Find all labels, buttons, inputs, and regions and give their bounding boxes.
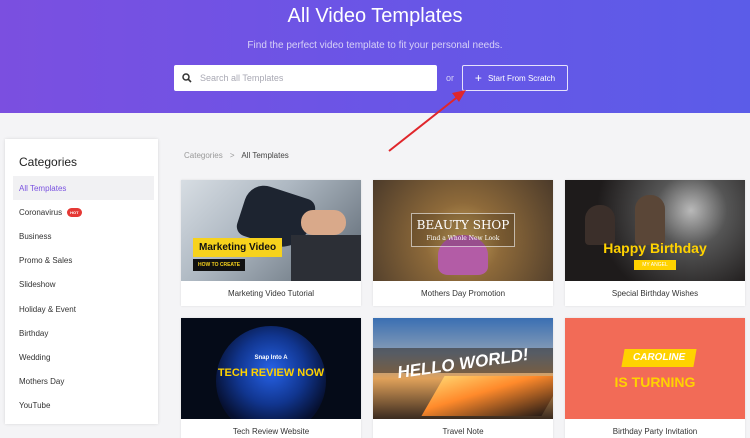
thumb-title: IS TURNING — [614, 374, 696, 390]
plus-icon: + — [474, 71, 482, 85]
category-list: All Templates Coronavirus HOT Business Pr… — [13, 176, 154, 418]
categories-sidebar: Categories All Templates Coronavirus HOT … — [5, 139, 158, 424]
sidebar-item-coronavirus[interactable]: Coronavirus HOT — [13, 200, 154, 224]
breadcrumb: Categories > All Templates — [184, 151, 289, 160]
thumb-title: Marketing Video — [193, 238, 283, 257]
sidebar-item-promo-sales[interactable]: Promo & Sales — [13, 249, 154, 273]
sidebar-item-slideshow[interactable]: Slideshow — [13, 273, 154, 297]
template-thumbnail[interactable]: BEAUTY SHOP Find a Whole New Look — [373, 180, 553, 281]
start-from-scratch-label: Start From Scratch — [487, 73, 556, 83]
template-card[interactable]: Snap Into A TECH REVIEW NOW Tech Review … — [181, 318, 361, 438]
annotation-arrow-icon — [388, 90, 466, 152]
thumb-subtitle: Snap Into A — [254, 355, 288, 361]
breadcrumb-root[interactable]: Categories — [184, 151, 223, 160]
template-thumbnail[interactable]: HELLO WORLD! — [373, 318, 553, 419]
sidebar-title: Categories — [19, 155, 78, 169]
thumb-name: CAROLINE — [621, 349, 697, 367]
page-title: All Video Templates — [287, 5, 463, 27]
start-from-scratch-button[interactable]: + Start From Scratch — [462, 65, 568, 91]
template-card[interactable]: Marketing Video HOW TO CREATE Marketing … — [181, 180, 361, 306]
template-card[interactable]: CAROLINE IS TURNING Birthday Party Invit… — [565, 318, 745, 438]
template-card[interactable]: BEAUTY SHOP Find a Whole New Look Mother… — [373, 180, 553, 306]
hero-banner: All Video Templates Find the perfect vid… — [0, 0, 750, 113]
template-thumbnail[interactable]: CAROLINE IS TURNING — [565, 318, 745, 419]
search-input[interactable]: Search all Templates — [200, 73, 283, 83]
sidebar-item-mothers-day[interactable]: Mothers Day — [13, 370, 154, 394]
sidebar-item-wedding[interactable]: Wedding — [13, 345, 154, 369]
template-caption[interactable]: Marketing Video Tutorial — [181, 281, 361, 306]
search-icon — [174, 73, 200, 83]
thumb-subtitle: Find a Whole New Look — [426, 235, 500, 242]
sidebar-item-all-templates[interactable]: All Templates — [13, 176, 154, 201]
template-caption[interactable]: Birthday Party Invitation — [565, 419, 745, 438]
template-thumbnail[interactable]: Happy Birthday MY ANGEL — [565, 180, 745, 281]
template-card[interactable]: Happy Birthday MY ANGEL Special Birthday… — [565, 180, 745, 306]
sidebar-item-birthday[interactable]: Birthday — [13, 321, 154, 345]
template-thumbnail[interactable]: Snap Into A TECH REVIEW NOW — [181, 318, 361, 419]
thumb-title: BEAUTY SHOP — [416, 218, 510, 232]
template-card[interactable]: HELLO WORLD! Travel Note — [373, 318, 553, 438]
sidebar-item-holiday-event[interactable]: Holiday & Event — [13, 297, 154, 321]
template-thumbnail[interactable]: Marketing Video HOW TO CREATE — [181, 180, 361, 281]
page-subtitle: Find the perfect video template to fit y… — [247, 40, 503, 51]
hot-badge: HOT — [67, 207, 82, 217]
template-caption[interactable]: Travel Note — [373, 419, 553, 438]
breadcrumb-current: All Templates — [241, 151, 289, 160]
thumb-subtitle: HOW TO CREATE — [193, 259, 246, 271]
sidebar-item-youtube[interactable]: YouTube — [13, 394, 154, 418]
template-caption[interactable]: Special Birthday Wishes — [565, 281, 745, 306]
sidebar-item-business[interactable]: Business — [13, 224, 154, 248]
template-caption[interactable]: Tech Review Website — [181, 419, 361, 438]
thumb-subtitle: MY ANGEL — [634, 260, 676, 270]
breadcrumb-separator: > — [229, 151, 235, 160]
thumb-title: TECH REVIEW NOW — [217, 367, 325, 379]
template-caption[interactable]: Mothers Day Promotion — [373, 281, 553, 306]
or-label: or — [446, 73, 455, 83]
thumb-title: Happy Birthday — [603, 240, 707, 256]
